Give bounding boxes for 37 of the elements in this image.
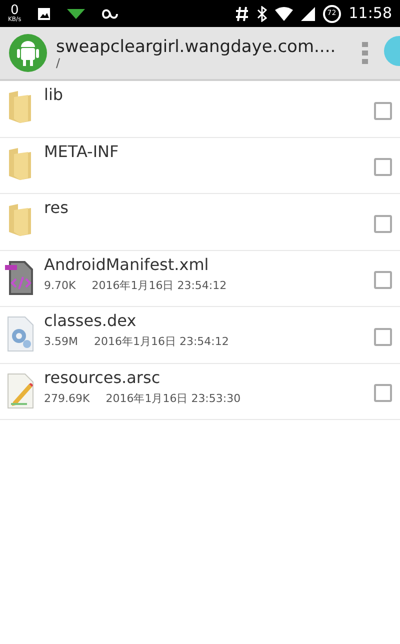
infinity-icon <box>101 8 120 20</box>
edit-file-icon <box>5 372 35 410</box>
speed-value: 0 <box>10 4 19 17</box>
checkbox[interactable] <box>374 214 392 233</box>
clock: 11:58 <box>348 3 392 24</box>
file-date: 2016年1月16日 23:54:12 <box>92 278 227 294</box>
header-title: sweapcleargirl.wangdaye.com.... <box>56 36 337 58</box>
xml-file-icon <box>5 258 35 296</box>
folder-icon <box>8 146 32 182</box>
file-name: resources.arsc <box>44 368 162 387</box>
wifi-icon <box>274 6 293 20</box>
checkbox[interactable] <box>374 328 392 346</box>
file-name: AndroidManifest.xml <box>44 254 210 274</box>
file-size: 3.59M <box>44 334 78 350</box>
file-size: 279.69K <box>44 390 90 407</box>
checkbox[interactable] <box>374 384 392 402</box>
path-text: / <box>56 57 62 70</box>
file-name: classes.dex <box>44 311 138 330</box>
app-icon <box>8 33 48 73</box>
checkbox[interactable] <box>374 158 392 176</box>
overflow-menu-icon[interactable] <box>362 42 368 64</box>
file-date: 2016年1月16日 23:54:12 <box>94 334 229 350</box>
hash-icon <box>234 6 249 22</box>
file-name: res <box>44 198 70 218</box>
checkbox[interactable] <box>374 102 392 120</box>
gear-file-icon <box>5 315 35 353</box>
signal-icon <box>300 6 315 20</box>
checkbox[interactable] <box>374 271 392 290</box>
file-date: 2016年1月16日 23:53:30 <box>106 390 241 407</box>
folder-icon <box>8 202 32 238</box>
bluetooth-icon <box>256 6 267 22</box>
file-name: lib <box>44 85 64 104</box>
file-name: META-INF <box>44 142 120 161</box>
folder-icon <box>8 89 32 125</box>
file-size: 9.70K <box>44 278 76 294</box>
download-icon <box>67 8 86 20</box>
image-icon <box>37 6 52 20</box>
